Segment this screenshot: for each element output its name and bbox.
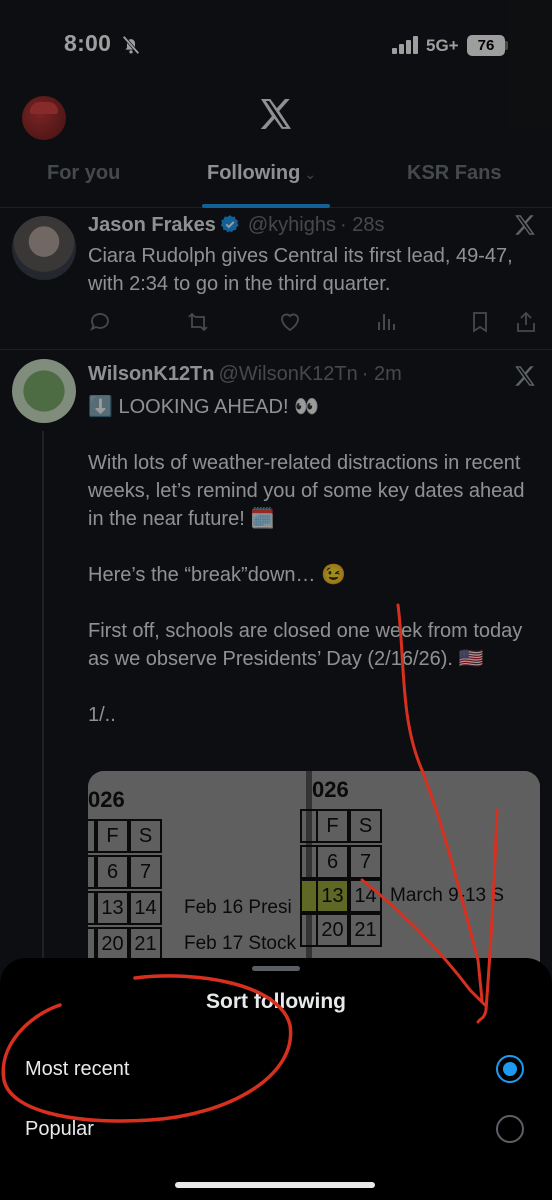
sort-sheet: Sort following Most recent Popular (0, 958, 552, 1200)
radio-unselected-icon[interactable] (496, 1115, 524, 1143)
option-popular[interactable]: Popular (0, 1100, 552, 1158)
option-label: Most recent (25, 1058, 130, 1080)
option-label: Popular (25, 1118, 94, 1140)
radio-selected-icon[interactable] (496, 1055, 524, 1083)
home-indicator (175, 1182, 375, 1188)
sheet-title: Sort following (206, 990, 346, 1013)
screen: 8:00 5G+ 76 For you Following⌄ KSR Fans (0, 0, 552, 1200)
sheet-grabber[interactable] (252, 966, 300, 971)
option-most-recent[interactable]: Most recent (0, 1040, 552, 1098)
